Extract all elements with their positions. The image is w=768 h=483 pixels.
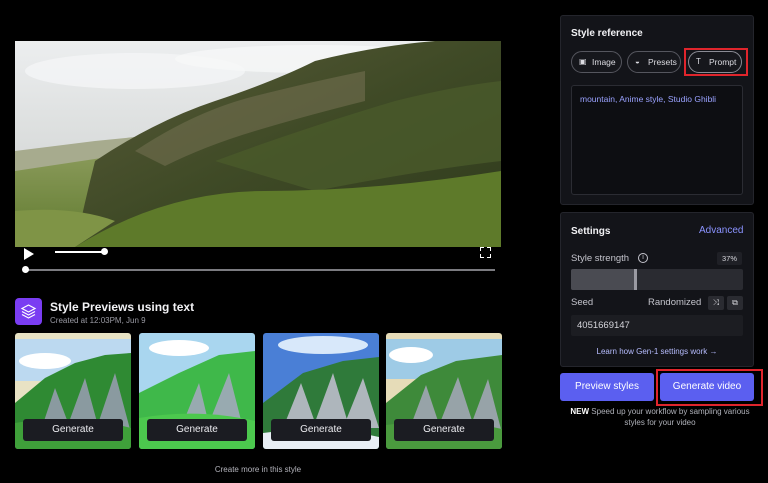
copy-icon[interactable]: ⧉	[727, 296, 743, 310]
style-preview-1[interactable]: Generate	[15, 333, 131, 449]
preview-styles-button[interactable]: Preview styles	[560, 373, 654, 401]
previews-created-time: Created at 12:03PM, Jun 9	[50, 316, 146, 325]
style-strength-value[interactable]: 37%	[717, 252, 742, 265]
seed-label: Seed	[571, 297, 594, 308]
style-strength-fill	[571, 269, 635, 290]
layers-icon	[15, 298, 42, 325]
seed-input[interactable]: 4051669147	[571, 315, 743, 336]
highlight-box-generate	[656, 369, 763, 406]
generate-button[interactable]: Generate	[271, 419, 371, 441]
style-preview-3[interactable]: Generate	[263, 333, 379, 449]
style-strength-slider[interactable]	[571, 269, 743, 290]
video-player[interactable]	[15, 41, 501, 247]
generate-button[interactable]: Generate	[147, 419, 247, 441]
info-icon[interactable]: i	[638, 253, 648, 263]
tab-image-label: Image	[592, 57, 616, 67]
volume-slider[interactable]	[55, 251, 107, 253]
settings-title: Settings	[571, 226, 611, 237]
highlight-box-prompt	[684, 48, 748, 76]
workflow-note: NEW Speed up your workflow by sampling v…	[560, 406, 760, 428]
style-reference-title: Style reference	[571, 28, 643, 39]
fullscreen-icon[interactable]	[480, 247, 491, 258]
style-strength-handle[interactable]	[633, 269, 637, 290]
seek-knob[interactable]	[22, 266, 29, 273]
play-icon[interactable]	[24, 248, 34, 260]
generate-button[interactable]: Generate	[394, 419, 494, 441]
learn-settings-link[interactable]: Learn how Gen-1 settings work →	[560, 347, 754, 356]
video-frame-image	[15, 41, 501, 247]
create-more-link[interactable]: Create more in this style	[0, 465, 516, 474]
workflow-note-text: Speed up your workflow by sampling vario…	[591, 407, 750, 427]
tab-presets-label: Presets	[648, 57, 677, 67]
generate-button[interactable]: Generate	[23, 419, 123, 441]
new-badge: NEW	[570, 407, 590, 416]
tab-presets[interactable]: ◒ Presets	[627, 51, 681, 73]
style-preview-4[interactable]: Generate	[386, 333, 502, 449]
tab-image[interactable]: ▣ Image	[571, 51, 622, 73]
previews-title: Style Previews using text	[50, 300, 195, 314]
advanced-link[interactable]: Advanced	[699, 225, 743, 236]
prompt-textarea[interactable]: mountain, Anime style, Studio Ghibli	[571, 85, 743, 195]
drop-icon: ◒	[635, 57, 640, 66]
shuffle-icon[interactable]: ⤨	[708, 296, 724, 310]
seek-bar[interactable]	[25, 269, 495, 271]
video-controls	[15, 247, 501, 277]
image-icon: ▣	[579, 57, 587, 66]
style-strength-label: Style strength	[571, 253, 630, 264]
style-preview-2[interactable]: Generate	[139, 333, 255, 449]
volume-knob[interactable]	[101, 248, 108, 255]
randomized-label: Randomized	[648, 297, 702, 308]
